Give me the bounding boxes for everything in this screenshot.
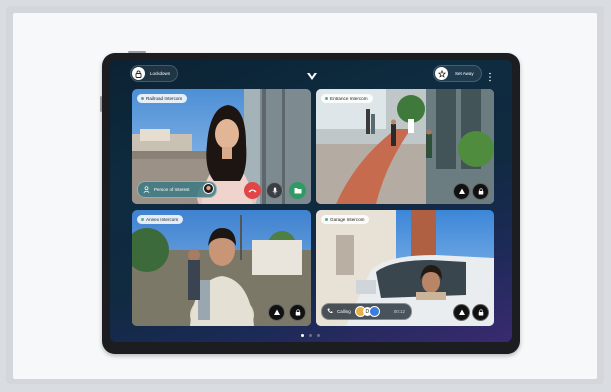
page-dot[interactable]: [309, 334, 312, 337]
microphone-icon: [272, 187, 277, 194]
entrance-lock-button[interactable]: [472, 183, 489, 200]
railroad-intercom-name: Railroad Intercom: [146, 96, 183, 101]
railroad-intercom-tile[interactable]: Railroad Intercom Person of Interest: [132, 89, 311, 204]
page-dot[interactable]: [317, 334, 320, 337]
garage-alarm-button[interactable]: [453, 304, 470, 321]
end-call-button[interactable]: [244, 182, 261, 199]
annex-lock-button[interactable]: [289, 304, 306, 321]
bell-icon: [458, 309, 465, 315]
status-dot: [141, 218, 144, 221]
garage-intercom-name: Garage Intercom: [330, 217, 365, 222]
person-avatar: [203, 183, 214, 194]
phone-icon: [327, 308, 333, 315]
person-of-interest-label: Person of Interest: [154, 187, 190, 192]
page-dot-active[interactable]: [301, 334, 304, 337]
caller-avatar-blue: [368, 306, 380, 317]
tablet-top-button: [128, 51, 146, 53]
bell-icon: [273, 309, 280, 315]
more-vertical-icon[interactable]: [488, 69, 492, 82]
annex-intercom-label: Annex Intercom: [137, 215, 184, 224]
garage-intercom-tile[interactable]: Garage Intercom Calling D 00:12: [316, 210, 494, 326]
lock-icon: [132, 67, 145, 80]
set-away-button[interactable]: Set Away: [433, 65, 482, 82]
person-icon: [143, 185, 150, 194]
mute-button[interactable]: [266, 182, 283, 199]
phone-hangup-icon: [248, 189, 257, 193]
open-door-button[interactable]: [289, 182, 306, 199]
set-away-label: Set Away: [455, 71, 474, 76]
lock-icon: [478, 309, 483, 316]
folder-icon: [294, 188, 301, 194]
lockdown-label: Lockdown: [150, 71, 171, 76]
caller-avatars: D: [354, 306, 380, 317]
garage-lock-button[interactable]: [472, 304, 489, 321]
tablet-volume-button: [100, 96, 102, 112]
entrance-intercom-name: Entrance Intercom: [330, 96, 368, 101]
annex-intercom-name: Annex Intercom: [146, 217, 179, 222]
verkada-logo: [307, 68, 317, 80]
status-dot: [325, 218, 328, 221]
calling-label: Calling: [337, 309, 351, 314]
person-of-interest-badge[interactable]: Person of Interest: [137, 181, 217, 198]
entrance-intercom-label: Entrance Intercom: [321, 94, 373, 103]
call-timer: 00:12: [393, 309, 406, 314]
app-screen: Lockdown Set Away Railroad Intercom Pers…: [110, 60, 512, 342]
annex-alarm-button[interactable]: [268, 304, 285, 321]
calling-indicator[interactable]: Calling D 00:12: [321, 303, 412, 320]
status-dot: [141, 97, 144, 100]
lockdown-button[interactable]: Lockdown: [130, 65, 178, 82]
status-dot: [325, 97, 328, 100]
garage-intercom-label: Garage Intercom: [321, 215, 370, 224]
entrance-alarm-button[interactable]: [453, 183, 470, 200]
away-icon: [435, 67, 448, 80]
bell-icon: [458, 188, 465, 194]
annex-intercom-tile[interactable]: Annex Intercom: [132, 210, 311, 326]
lock-icon: [295, 309, 300, 316]
page-indicator[interactable]: [301, 334, 320, 337]
railroad-intercom-label: Railroad Intercom: [137, 94, 188, 103]
entrance-intercom-tile[interactable]: Entrance Intercom: [316, 89, 494, 204]
lock-icon: [478, 188, 483, 195]
